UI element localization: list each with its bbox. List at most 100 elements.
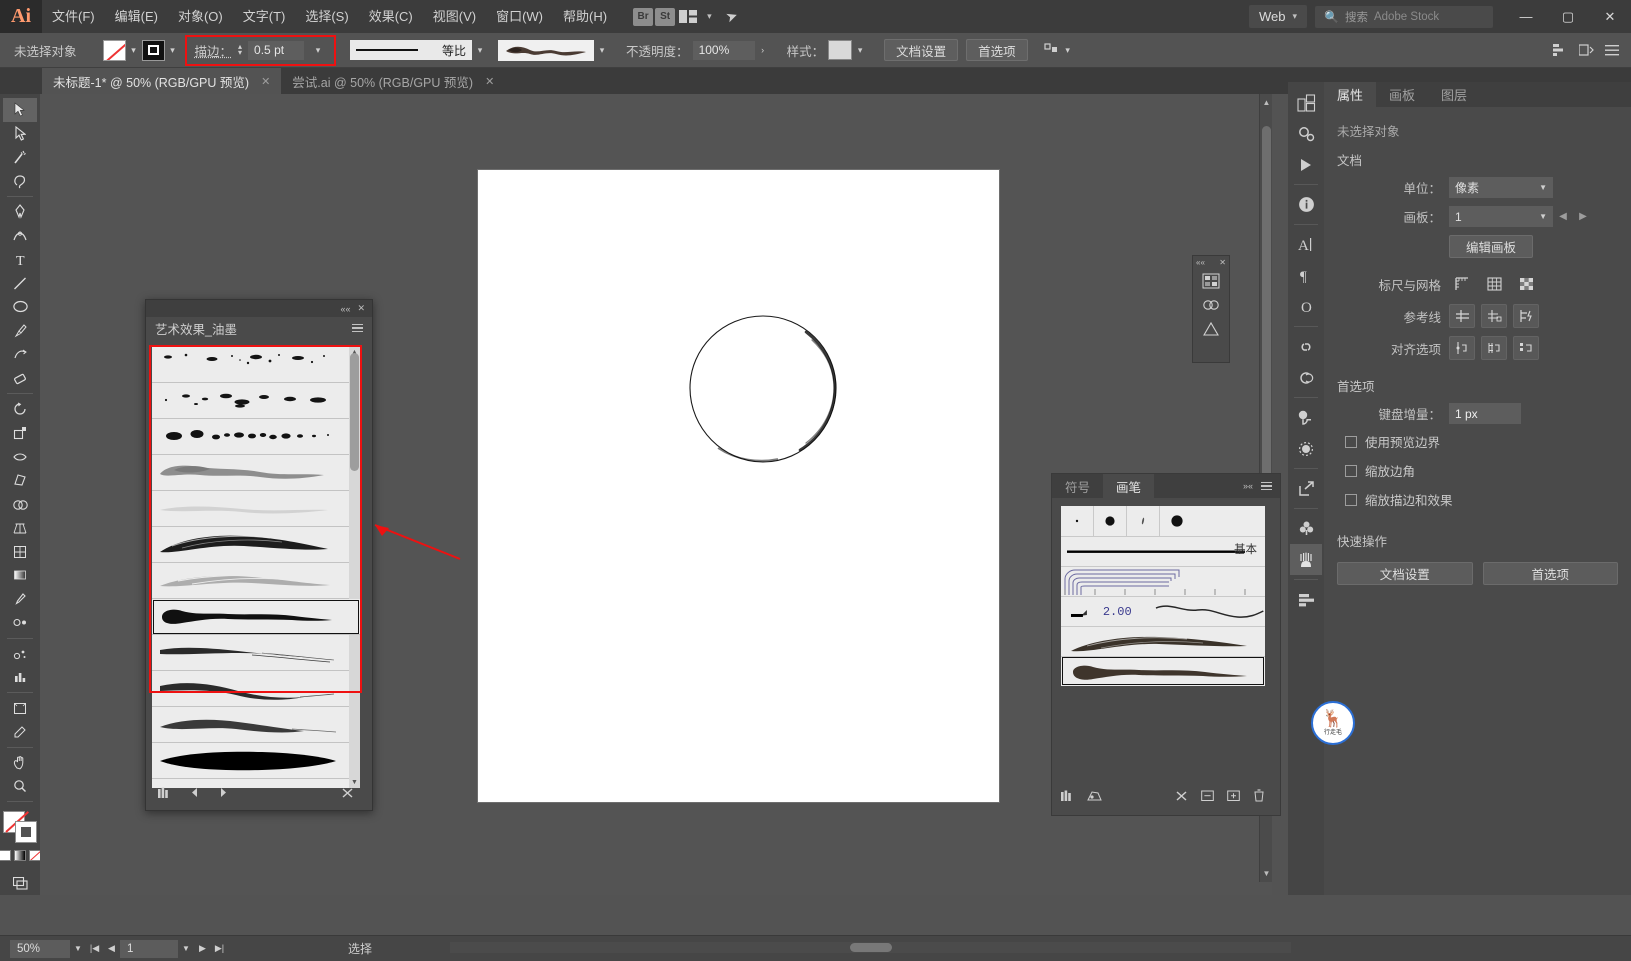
type-tool[interactable]: T bbox=[3, 248, 37, 272]
checkbox-icon[interactable] bbox=[1345, 435, 1357, 448]
actions-icon[interactable] bbox=[1290, 149, 1322, 180]
list-item-selected[interactable] bbox=[152, 599, 360, 635]
links-icon[interactable] bbox=[1290, 331, 1322, 362]
workspace-switcher[interactable]: Web ▾ bbox=[1248, 5, 1307, 28]
tab-symbols[interactable]: 符号 bbox=[1052, 474, 1103, 498]
panel-menu-icon[interactable] bbox=[352, 323, 363, 333]
character-icon[interactable]: A bbox=[1290, 229, 1322, 260]
mesh-tool[interactable] bbox=[3, 540, 37, 564]
document-tab-untitled[interactable]: 未标题-1* @ 50% (RGB/GPU 预览) ✕ bbox=[42, 68, 282, 94]
edit-artboards-button[interactable]: 编辑画板 bbox=[1449, 235, 1534, 258]
arrange-chevron-down-icon[interactable]: ▾ bbox=[701, 11, 718, 22]
close-icon[interactable]: ✕ bbox=[1219, 258, 1226, 267]
new-brush-icon[interactable] bbox=[1227, 790, 1240, 805]
scroll-up-icon[interactable]: ▲ bbox=[1260, 96, 1272, 109]
slice-tool[interactable] bbox=[3, 720, 37, 744]
brush-item-art-dry[interactable] bbox=[1061, 626, 1265, 656]
snap-to-point-icon[interactable] bbox=[1449, 336, 1475, 360]
eraser-tool[interactable] bbox=[3, 366, 37, 390]
graphic-style-swatch[interactable] bbox=[828, 40, 853, 60]
library-icon[interactable] bbox=[1061, 790, 1074, 805]
properties-panel[interactable]: 属性 画板 图层 未选择对象 文档 单位： 像素 ▼ 画板： 1 ▼ ◀ ▶ 编… bbox=[1324, 82, 1631, 895]
preferences-button[interactable]: 首选项 bbox=[966, 39, 1028, 61]
menu-help[interactable]: 帮助(H) bbox=[553, 0, 617, 33]
checkbox-scale-corners[interactable]: 缩放边角 bbox=[1345, 461, 1618, 480]
next-icon[interactable] bbox=[218, 787, 229, 801]
units-select[interactable]: 像素 ▼ bbox=[1449, 177, 1553, 198]
document-tab-changshi[interactable]: 尝试.ai @ 50% (RGB/GPU 预览) ✕ bbox=[281, 68, 506, 94]
stroke-weight-input[interactable]: 0.5 pt bbox=[248, 40, 305, 60]
brush-item-pattern[interactable] bbox=[1061, 566, 1265, 596]
first-artboard-icon[interactable]: |◀ bbox=[86, 940, 103, 958]
info-icon[interactable] bbox=[1290, 189, 1322, 220]
menu-select[interactable]: 选择(S) bbox=[295, 0, 358, 33]
gradient-swatch-button[interactable] bbox=[14, 850, 26, 862]
line-segment-tool[interactable] bbox=[3, 271, 37, 295]
rotate-tool[interactable] bbox=[3, 397, 37, 421]
brushes-list[interactable]: 基本 2.00 bbox=[1061, 506, 1265, 686]
stroke-weight-chevron-down-icon[interactable]: ▾ bbox=[310, 40, 326, 61]
blend-tool[interactable] bbox=[3, 611, 37, 635]
brushes-panel[interactable]: 符号 画笔 »« 基本 2.00 bbox=[1051, 473, 1281, 816]
zoom-tool[interactable] bbox=[3, 774, 37, 798]
arrange-panel-icon[interactable] bbox=[1577, 41, 1595, 59]
ellipse-tool[interactable] bbox=[3, 295, 37, 319]
transparency-icon[interactable] bbox=[1290, 433, 1322, 464]
perspective-grid-tool[interactable] bbox=[3, 516, 37, 540]
stroke-weight-stepper[interactable]: ▴ ▾ bbox=[238, 43, 242, 57]
scale-tool[interactable] bbox=[3, 421, 37, 445]
mini-panel[interactable]: «« ✕ bbox=[1192, 255, 1230, 363]
list-item[interactable] bbox=[152, 707, 360, 743]
panel-menu-icon[interactable] bbox=[1603, 41, 1621, 59]
brush-libraries-icon[interactable] bbox=[1087, 790, 1102, 805]
list-item[interactable] bbox=[152, 455, 360, 491]
library-icon[interactable] bbox=[158, 787, 171, 802]
align-panel-icon[interactable] bbox=[1551, 41, 1569, 59]
document-setup-button[interactable]: 文档设置 bbox=[884, 39, 959, 61]
stroke-profile-select[interactable]: 等比 bbox=[350, 40, 473, 60]
window-minimize-button[interactable]: — bbox=[1505, 0, 1547, 33]
shape-builder-tool[interactable] bbox=[3, 492, 37, 516]
brush-item-scatter[interactable]: 2.00 bbox=[1061, 596, 1265, 626]
quick-action-preferences[interactable]: 首选项 bbox=[1482, 562, 1618, 585]
previous-artboard-icon[interactable]: ◀ bbox=[1553, 206, 1573, 227]
snap-to-grid-icon[interactable] bbox=[1481, 336, 1507, 360]
fill-chevron-down-icon[interactable]: ▾ bbox=[126, 40, 142, 61]
opacity-input[interactable]: 100% bbox=[692, 40, 755, 60]
bridge-icon[interactable]: Br bbox=[633, 7, 654, 26]
calligraphic-brush-5pt[interactable] bbox=[1127, 506, 1160, 536]
menu-object[interactable]: 对象(O) bbox=[168, 0, 233, 33]
window-close-button[interactable]: ✕ bbox=[1589, 0, 1631, 33]
screen-mode-tool[interactable] bbox=[3, 871, 37, 895]
glyphs-icon[interactable]: O bbox=[1290, 291, 1322, 322]
list-item[interactable] bbox=[152, 743, 360, 779]
brushes-icon[interactable] bbox=[1290, 544, 1322, 575]
select-similar-chevron-down-icon[interactable]: ▾ bbox=[1060, 40, 1076, 61]
library-scroll-thumb[interactable] bbox=[350, 353, 359, 471]
direct-selection-tool[interactable] bbox=[3, 122, 37, 146]
quick-action-document-setup[interactable]: 文档设置 bbox=[1337, 562, 1473, 585]
scroll-down-icon[interactable]: ▼ bbox=[1260, 867, 1272, 880]
selection-tool[interactable] bbox=[3, 98, 37, 122]
panel-menu-icon[interactable] bbox=[1261, 481, 1272, 491]
brush-definition-chevron-down-icon[interactable]: ▾ bbox=[594, 40, 610, 61]
pen-tool[interactable] bbox=[3, 200, 37, 224]
stroke-chevron-down-icon[interactable]: ▾ bbox=[165, 40, 181, 61]
prev-icon[interactable] bbox=[189, 787, 200, 801]
last-artboard-icon[interactable]: ▶| bbox=[211, 940, 228, 958]
grid-icon[interactable] bbox=[1481, 272, 1507, 296]
menu-edit[interactable]: 编辑(E) bbox=[105, 0, 168, 33]
zoom-chevron-down-icon[interactable]: ▼ bbox=[70, 940, 86, 958]
symbol-sprayer-tool[interactable] bbox=[3, 642, 37, 666]
transparency-icon[interactable] bbox=[1193, 317, 1229, 341]
eyedropper-tool[interactable] bbox=[3, 587, 37, 611]
color-swatch-button[interactable] bbox=[0, 850, 11, 862]
menu-view[interactable]: 视图(V) bbox=[423, 0, 486, 33]
list-item[interactable] bbox=[152, 527, 360, 563]
tab-brushes[interactable]: 画笔 bbox=[1103, 474, 1155, 498]
close-icon[interactable]: ✕ bbox=[261, 75, 270, 88]
list-item[interactable] bbox=[152, 383, 360, 419]
checkbox-icon[interactable] bbox=[1345, 464, 1357, 477]
graphic-style-chevron-down-icon[interactable]: ▾ bbox=[852, 40, 868, 61]
transparency-grid-icon[interactable] bbox=[1513, 272, 1539, 296]
